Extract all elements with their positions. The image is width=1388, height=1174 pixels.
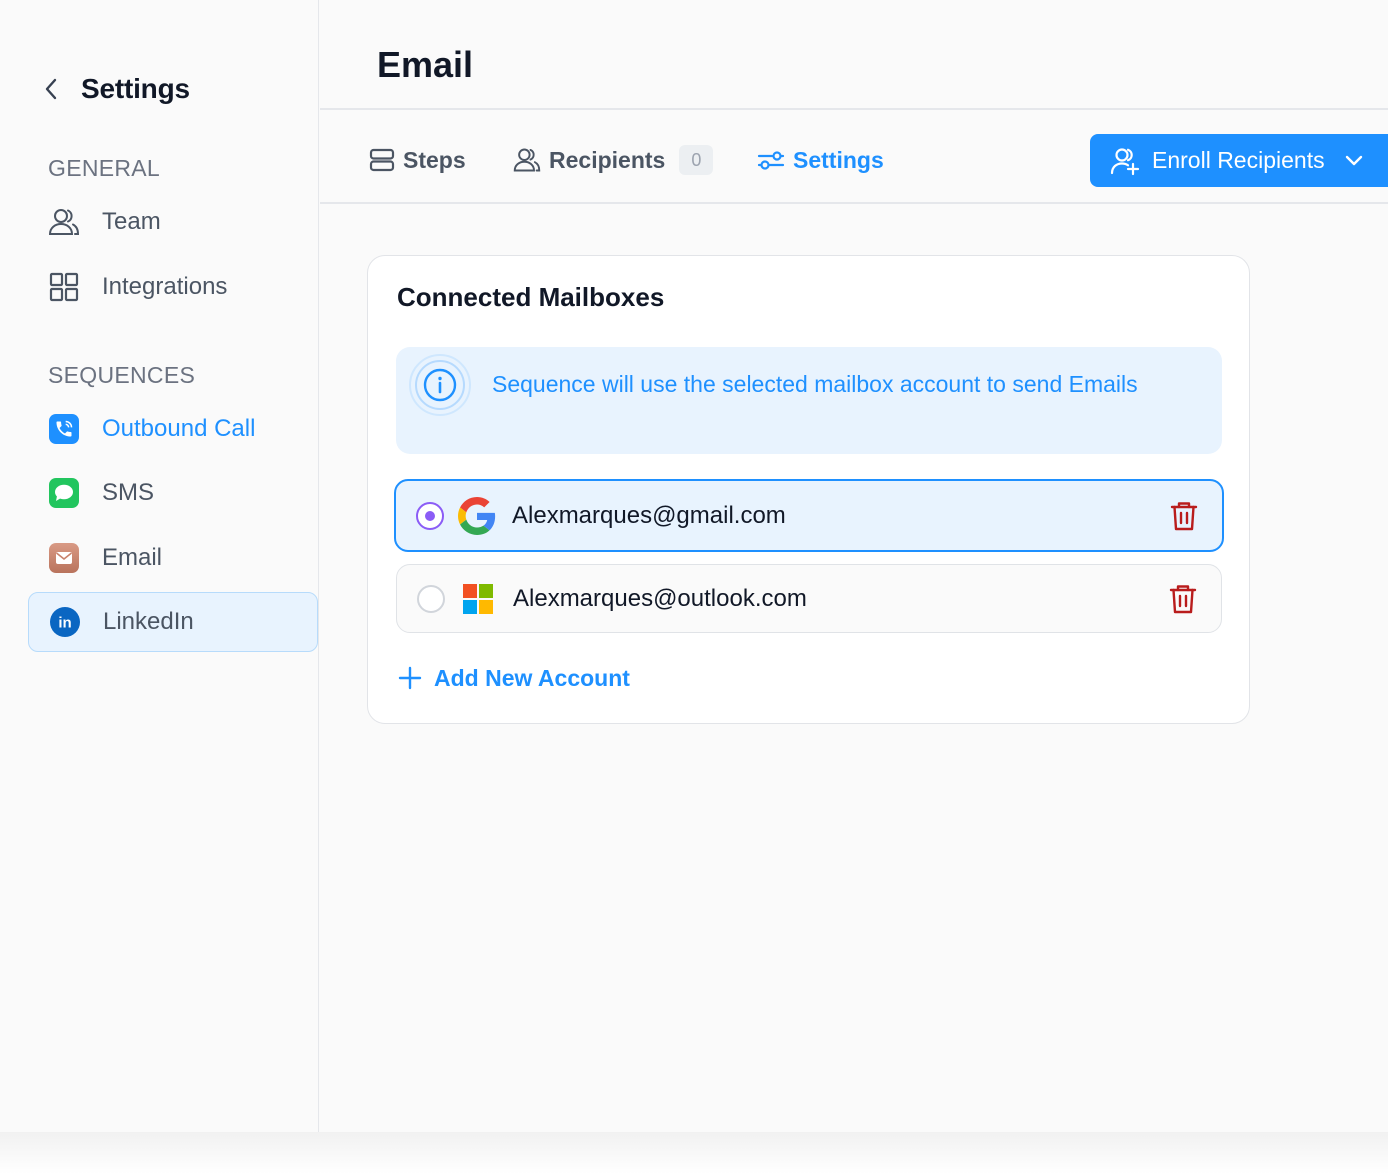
connected-mailboxes-card: Connected Mailboxes Sequence will use th…: [367, 255, 1250, 724]
divider: [320, 202, 1388, 204]
mail-icon: [48, 542, 80, 574]
mailbox-row[interactable]: Alexmarques@gmail.com: [394, 479, 1224, 552]
main-content: Email Steps Recipients 0 Settings Enroll…: [320, 0, 1388, 1132]
mailbox-email: Alexmarques@outlook.com: [513, 584, 807, 612]
info-icon: [408, 353, 472, 417]
trash-icon[interactable]: [1168, 500, 1200, 532]
mailbox-row[interactable]: Alexmarques@outlook.com: [396, 564, 1222, 633]
back-chevron-icon[interactable]: [40, 78, 62, 100]
plus-icon: [398, 666, 422, 690]
trash-icon[interactable]: [1167, 583, 1199, 615]
chevron-down-icon[interactable]: [1345, 155, 1363, 167]
tab-label: Settings: [793, 146, 884, 173]
sidebar-item-outbound-call[interactable]: Outbound Call: [28, 399, 318, 459]
microsoft-icon: [459, 580, 497, 618]
users-icon: [48, 206, 80, 238]
tab-recipients[interactable]: Recipients 0: [513, 140, 714, 180]
sidebar-item-integrations[interactable]: Integrations: [28, 257, 318, 317]
svg-text:in: in: [58, 615, 71, 632]
sidebar-item-label: Outbound Call: [102, 415, 256, 442]
steps-icon: [369, 147, 395, 173]
sidebar-item-label: Email: [102, 544, 163, 571]
add-account-label: Add New Account: [434, 664, 630, 691]
window-shadow: [0, 1132, 1388, 1174]
divider: [320, 108, 1388, 110]
enroll-button-label: Enroll Recipients: [1152, 147, 1325, 173]
linkedin-icon: in: [49, 606, 81, 638]
tab-label: Steps: [403, 146, 466, 173]
card-title: Connected Mailboxes: [397, 282, 665, 312]
sidebar-item-label: Integrations: [102, 273, 228, 300]
tab-settings[interactable]: Settings: [757, 140, 884, 180]
app-window: Settings GENERAL Team Integrations SEQUE…: [0, 0, 1388, 1132]
message-icon: [48, 477, 80, 509]
info-banner: Sequence will use the selected mailbox a…: [396, 347, 1222, 454]
sidebar-item-label: Team: [102, 208, 161, 235]
phone-icon: [48, 413, 80, 445]
user-plus-icon: [1110, 146, 1140, 176]
info-text: Sequence will use the selected mailbox a…: [492, 371, 1138, 397]
sidebar-title: Settings: [81, 73, 190, 104]
recipients-count-badge: 0: [679, 145, 714, 175]
section-sequences: SEQUENCES: [48, 362, 196, 388]
sidebar-header: Settings: [40, 72, 190, 106]
grid-icon: [48, 271, 80, 303]
mailbox-email: Alexmarques@gmail.com: [512, 501, 786, 529]
sidebar-item-sms[interactable]: SMS: [28, 463, 318, 523]
mailbox-radio[interactable]: [417, 584, 445, 613]
users-icon: [513, 146, 541, 174]
sidebar-item-linkedin[interactable]: in LinkedIn: [28, 592, 318, 652]
tab-steps[interactable]: Steps: [369, 140, 466, 180]
google-icon: [458, 496, 496, 535]
mailbox-radio[interactable]: [416, 501, 444, 530]
sidebar-item-label: LinkedIn: [103, 608, 194, 635]
tab-label: Recipients: [549, 146, 666, 173]
sidebar-item-email[interactable]: Email: [28, 528, 318, 588]
enroll-recipients-button[interactable]: Enroll Recipients: [1090, 134, 1388, 187]
add-new-account-button[interactable]: Add New Account: [398, 660, 630, 696]
sidebar-item-label: SMS: [102, 479, 155, 506]
section-general: GENERAL: [48, 155, 161, 181]
page-title: Email: [377, 44, 474, 85]
sliders-icon: [757, 147, 785, 173]
sidebar: Settings GENERAL Team Integrations SEQUE…: [0, 0, 319, 1132]
sidebar-item-team[interactable]: Team: [28, 192, 318, 252]
